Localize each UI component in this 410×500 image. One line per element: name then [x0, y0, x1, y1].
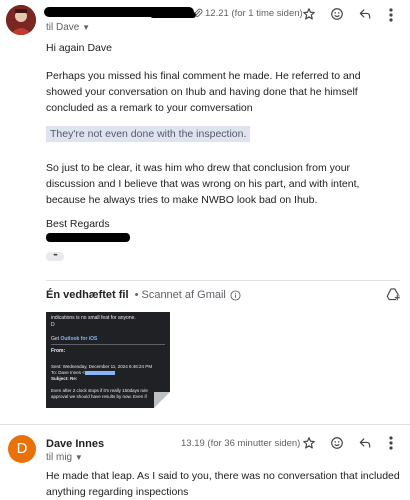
thumb-subject: Subject: Re: — [51, 376, 78, 381]
reply-icon[interactable] — [358, 7, 372, 21]
thumb-to-text: To: Dave Innes < — [51, 370, 85, 375]
more-options-icon[interactable] — [388, 7, 394, 23]
thumb-line-1: indications is no small feat for anyone. — [51, 315, 136, 321]
body-paragraph-1: Perhaps you missed his final comment he … — [46, 70, 361, 114]
message-time: 12.21 (for 1 time siden) — [205, 8, 303, 19]
more-options-icon-2[interactable] — [388, 435, 394, 451]
recipient-label-2: til mig — [46, 452, 73, 463]
recipient-toggle[interactable]: til Dave ▼ — [46, 22, 90, 33]
message-time-2: 13.19 (for 36 minutter siden) — [181, 438, 301, 449]
greeting-text: Hi again Dave — [46, 42, 112, 54]
star-icon-2[interactable] — [302, 436, 316, 450]
thumb-from: From: — [51, 348, 66, 354]
avatar-letter: D — [16, 440, 28, 457]
thumb-outlook-link: Outlook for iOS — [60, 336, 98, 342]
emoji-icon[interactable] — [330, 7, 344, 21]
show-trimmed-button[interactable]: ••• — [46, 252, 64, 261]
thumb-divider — [51, 344, 165, 345]
attachments-count-label: Én vedhæftet fil — [46, 289, 129, 301]
recipient-toggle-2[interactable]: til mig ▼ — [46, 452, 83, 463]
redacted-sender-email — [150, 12, 196, 18]
info-icon[interactable] — [230, 290, 241, 301]
chevron-down-icon-2: ▼ — [74, 453, 83, 462]
thumb-to: To: Dave Innes < — [51, 370, 115, 375]
star-icon[interactable] — [302, 7, 316, 21]
body-paragraph-2: So just to be clear, it was him who drew… — [46, 162, 360, 206]
scanned-label: • Scannet af Gmail — [134, 289, 226, 301]
chevron-down-icon: ▼ — [82, 23, 91, 32]
sender-name-2: Dave Innes — [46, 438, 105, 450]
thumb-get-outlook: Get Outlook for iOS — [51, 336, 97, 342]
thumb-body-1: Even after 2 clock stops if it's really … — [51, 388, 148, 393]
thumb-body-2: approval we should have results by now. … — [51, 394, 147, 399]
sender-avatar-2[interactable]: D — [8, 435, 36, 463]
thumb-to-redacted — [84, 370, 115, 375]
redacted-signature — [46, 233, 130, 242]
sender-avatar[interactable] — [6, 5, 36, 35]
thumb-sent: Sent: Wednesday, December 11, 2024 6:46:… — [51, 364, 153, 369]
thumb-page-curl — [154, 392, 170, 408]
thumb-line-2: D — [51, 322, 55, 328]
body-text-2: He made that leap. As I said to you, the… — [46, 470, 400, 498]
message-separator — [0, 424, 410, 425]
add-to-drive-icon[interactable] — [386, 287, 401, 302]
quoted-remark-text: They're not even done with the inspectio… — [50, 128, 247, 140]
emoji-icon-2[interactable] — [330, 436, 344, 450]
attachments-title: Én vedhæftet fil • Scannet af Gmail — [46, 289, 226, 301]
signoff-text: Best Regards — [46, 218, 110, 230]
recipient-label: til Dave — [46, 22, 80, 33]
attachment-divider — [46, 280, 400, 281]
ellipsis-text: ••• — [53, 253, 57, 259]
quoted-remark: They're not even done with the inspectio… — [46, 126, 251, 142]
reply-icon-2[interactable] — [358, 436, 372, 450]
attachment-icon — [193, 8, 203, 18]
attachment-thumbnail[interactable]: indications is no small feat for anyone.… — [46, 312, 170, 408]
